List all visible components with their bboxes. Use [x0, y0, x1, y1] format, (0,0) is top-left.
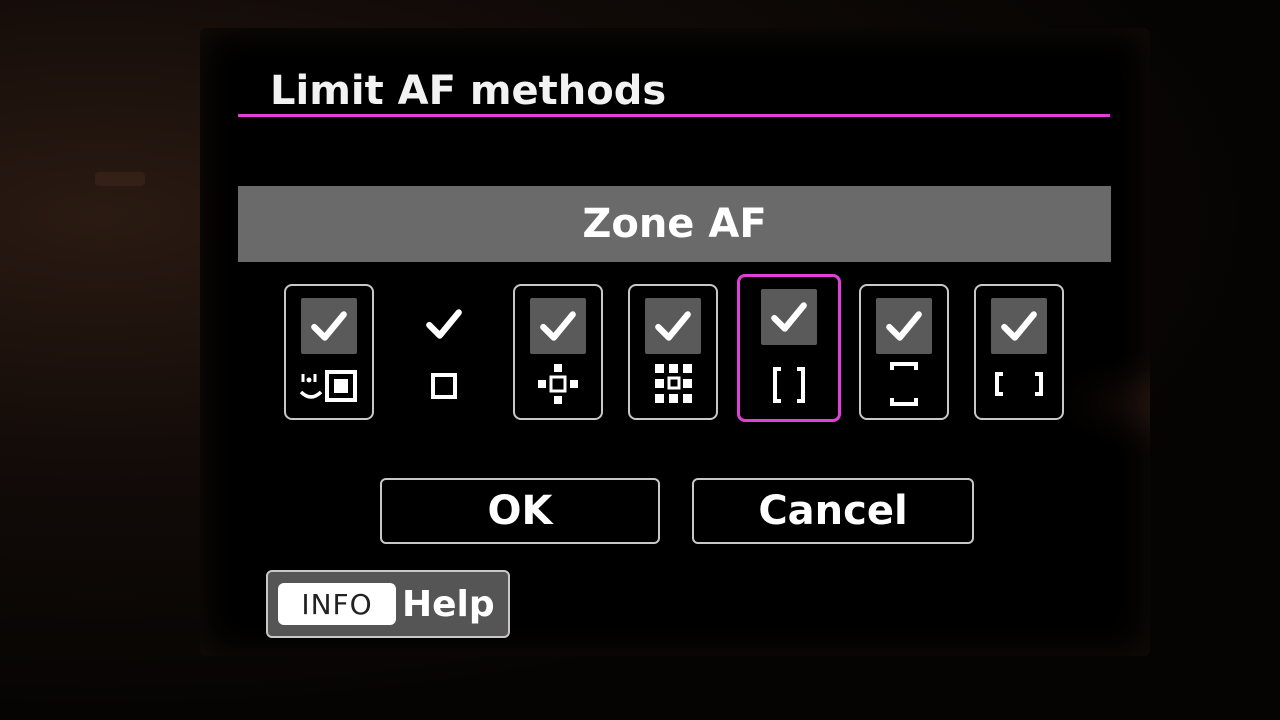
checkmark-icon: [655, 311, 691, 341]
title-divider: [238, 114, 1110, 117]
checkmark-icon: [886, 311, 922, 341]
expand-af-cross-icon: [526, 360, 590, 408]
zone-af-icon: [757, 361, 821, 409]
bezel-reflection: [95, 172, 145, 186]
checkbox-checked[interactable]: [761, 289, 817, 345]
info-key-badge: INFO: [278, 583, 396, 625]
af-method-option-face-tracking[interactable]: [284, 284, 374, 420]
ok-button-label: OK: [487, 488, 553, 534]
screen-glare: [1060, 348, 1150, 458]
camera-lcd-screen: Limit AF methods Zone AF OK Cancel INFO …: [200, 28, 1150, 656]
checkbox-checked[interactable]: [645, 298, 701, 354]
checkbox-checked[interactable]: [876, 298, 932, 354]
current-af-method-label: Zone AF: [582, 201, 767, 247]
current-af-method-banner: Zone AF: [238, 186, 1111, 262]
checkmark-icon: [540, 311, 576, 341]
ok-button[interactable]: OK: [380, 478, 660, 544]
face-tracking-af-icon: [297, 360, 361, 408]
cancel-button-label: Cancel: [758, 488, 908, 534]
info-help-button[interactable]: INFO Help: [266, 570, 510, 638]
af-method-option-spot[interactable]: [399, 284, 489, 420]
checkbox-checked[interactable]: [416, 296, 472, 352]
af-method-option-zone[interactable]: [737, 274, 841, 422]
spot-af-icon: [412, 362, 476, 410]
checkbox-checked[interactable]: [991, 298, 1047, 354]
checkbox-checked[interactable]: [301, 298, 357, 354]
large-zone-af-vertical-icon: [872, 360, 936, 408]
checkmark-icon: [311, 311, 347, 341]
large-zone-af-horizontal-icon: [987, 360, 1051, 408]
checkmark-icon: [1001, 311, 1037, 341]
help-label: Help: [402, 583, 495, 625]
expand-af-around-icon: [641, 360, 705, 408]
checkbox-checked[interactable]: [530, 298, 586, 354]
af-method-option-large-zone-vertical[interactable]: [859, 284, 949, 420]
page-title: Limit AF methods: [270, 68, 667, 114]
cancel-button[interactable]: Cancel: [692, 478, 974, 544]
af-method-option-expand-cross[interactable]: [513, 284, 603, 420]
af-method-option-large-zone-horizontal[interactable]: [974, 284, 1064, 420]
checkmark-icon: [426, 309, 462, 339]
af-method-option-expand-around[interactable]: [628, 284, 718, 420]
checkmark-icon: [771, 302, 807, 332]
